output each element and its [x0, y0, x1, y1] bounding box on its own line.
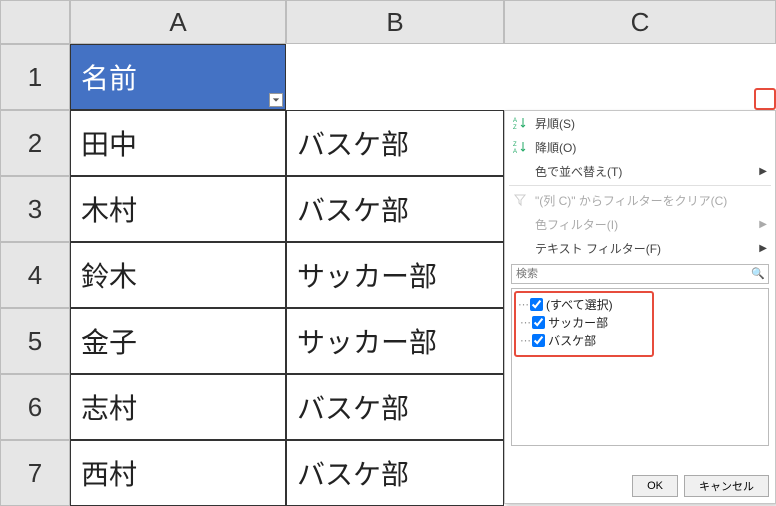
filter-checkbox-pane: ⋯ (すべて選択) ⋯ サッカー部 ⋯ バスケ部 — [511, 288, 769, 446]
cell-b4[interactable]: サッカー部 — [286, 242, 504, 308]
cell-a6[interactable]: 志村 — [70, 374, 286, 440]
filter-dropdown-menu: AZ 昇順(S) ZA 降順(O) 色で並べ替え(T) ▶ "(列 C)" から… — [504, 110, 776, 504]
svg-text:A: A — [513, 118, 517, 124]
color-filter-menu-item: 色フィルター(I) ▶ — [505, 212, 775, 236]
row-header-1[interactable]: 1 — [0, 44, 70, 110]
tree-line-icon: ⋯ — [518, 316, 530, 329]
row-header-5[interactable]: 5 — [0, 308, 70, 374]
cell-b6[interactable]: バスケ部 — [286, 374, 504, 440]
sort-by-color-label: 色で並べ替え(T) — [535, 163, 622, 180]
sort-asc-label: 昇順(S) — [535, 115, 575, 132]
filter-check-item-row[interactable]: ⋯ サッカー部 — [518, 313, 762, 331]
col-header-b[interactable]: B — [286, 0, 504, 44]
sort-desc-menu-item[interactable]: ZA 降順(O) — [505, 135, 775, 159]
cell-a4[interactable]: 鈴木 — [70, 242, 286, 308]
cell-a2[interactable]: 田中 — [70, 110, 286, 176]
sort-desc-label: 降順(O) — [535, 139, 576, 156]
header-cell-a[interactable]: 名前 — [70, 44, 286, 110]
menu-separator — [509, 185, 771, 186]
clear-filter-label: "(列 C)" からフィルターをクリア(C) — [535, 192, 727, 209]
color-filter-label: 色フィルター(I) — [535, 216, 618, 233]
cell-b3[interactable]: バスケ部 — [286, 176, 504, 242]
tree-line-icon: ⋯ — [518, 334, 530, 347]
chevron-down-icon — [272, 96, 280, 104]
ok-button[interactable]: OK — [632, 475, 678, 497]
sort-by-color-menu-item[interactable]: 色で並べ替え(T) ▶ — [505, 159, 775, 183]
filter-check-item-1[interactable] — [532, 316, 545, 329]
svg-text:Z: Z — [513, 142, 517, 148]
cell-a7[interactable]: 西村 — [70, 440, 286, 506]
col-header-a[interactable]: A — [70, 0, 286, 44]
filter-check-item-row[interactable]: ⋯ バスケ部 — [518, 331, 762, 349]
submenu-arrow-icon: ▶ — [759, 219, 767, 230]
cell-a3[interactable]: 木村 — [70, 176, 286, 242]
submenu-arrow-icon: ▶ — [759, 243, 767, 254]
cell-b2[interactable]: バスケ部 — [286, 110, 504, 176]
cell-b5[interactable]: サッカー部 — [286, 308, 504, 374]
select-all-corner[interactable] — [0, 0, 70, 44]
tree-line-icon: ⋯ — [518, 298, 528, 311]
filter-button-row: OK キャンセル — [632, 475, 769, 497]
filter-search-row: 🔍 — [511, 264, 769, 284]
cancel-button[interactable]: キャンセル — [684, 475, 769, 497]
cell-a5[interactable]: 金子 — [70, 308, 286, 374]
filter-check-item-2[interactable] — [532, 334, 545, 347]
sort-desc-icon: ZA — [513, 140, 527, 154]
text-filter-label: テキスト フィルター(F) — [535, 240, 661, 257]
row-header-2[interactable]: 2 — [0, 110, 70, 176]
cell-b7[interactable]: バスケ部 — [286, 440, 504, 506]
filter-check-all-label: (すべて選択) — [546, 296, 613, 313]
header-cell-a-label: 名前 — [81, 57, 137, 97]
col-header-c[interactable]: C — [504, 0, 776, 44]
text-filter-menu-item[interactable]: テキスト フィルター(F) ▶ — [505, 236, 775, 260]
svg-text:Z: Z — [513, 125, 517, 130]
row-header-4[interactable]: 4 — [0, 242, 70, 308]
search-icon: 🔍 — [751, 267, 765, 280]
submenu-arrow-icon: ▶ — [759, 166, 767, 177]
filter-check-item-1-label: サッカー部 — [548, 314, 608, 331]
filter-check-all[interactable] — [530, 298, 543, 311]
row-header-3[interactable]: 3 — [0, 176, 70, 242]
filter-check-item-2-label: バスケ部 — [548, 332, 596, 349]
sort-asc-menu-item[interactable]: AZ 昇順(S) — [505, 111, 775, 135]
svg-text:A: A — [513, 149, 517, 154]
row-header-6[interactable]: 6 — [0, 374, 70, 440]
sort-asc-icon: AZ — [513, 116, 527, 130]
filter-check-all-row[interactable]: ⋯ (すべて選択) — [518, 295, 762, 313]
row-header-7[interactable]: 7 — [0, 440, 70, 506]
filter-search-input[interactable] — [511, 264, 769, 284]
clear-filter-menu-item: "(列 C)" からフィルターをクリア(C) — [505, 188, 775, 212]
clear-filter-icon — [513, 193, 527, 207]
filter-button-a[interactable] — [269, 93, 283, 107]
